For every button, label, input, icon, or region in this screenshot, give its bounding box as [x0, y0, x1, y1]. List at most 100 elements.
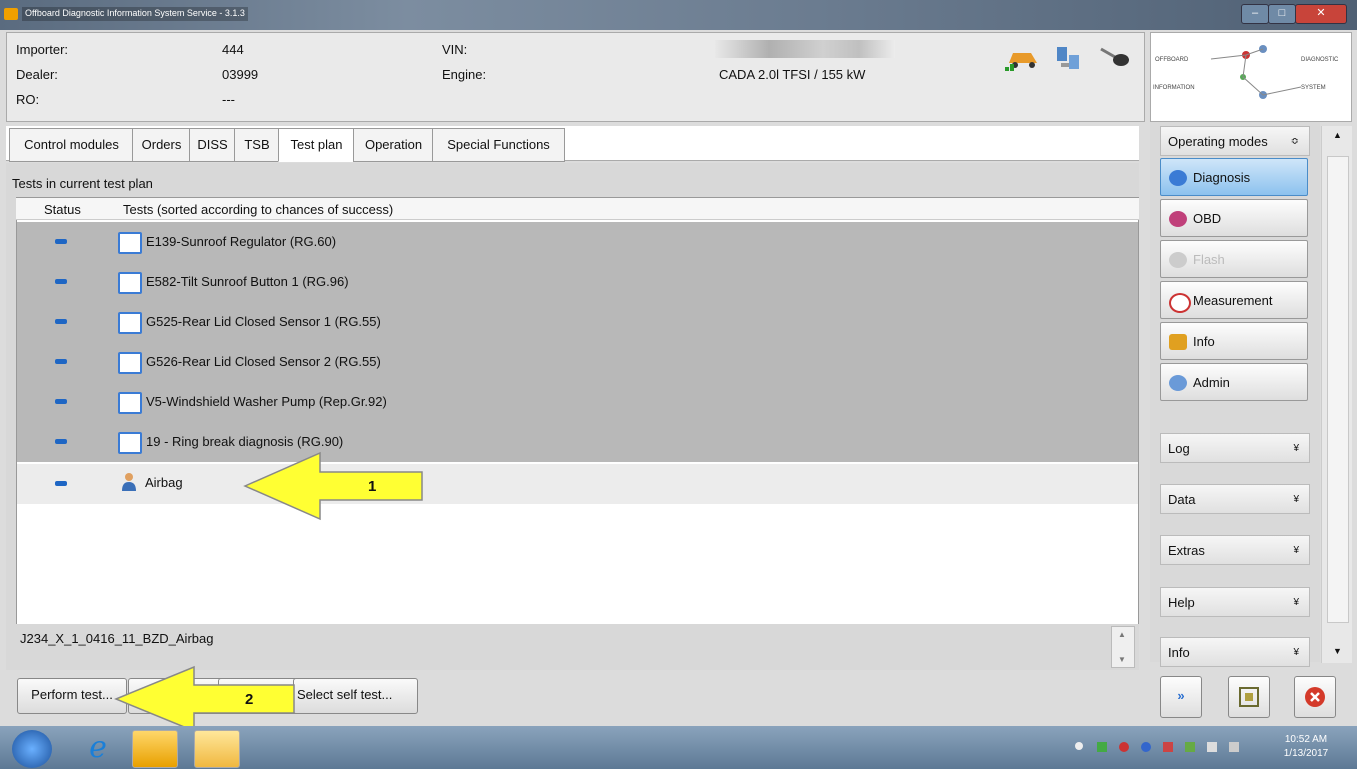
- section-log[interactable]: Log ¥: [1160, 433, 1310, 463]
- diagnostic-plug-icon[interactable]: [1099, 45, 1133, 71]
- fit-screen-icon[interactable]: [1228, 676, 1270, 718]
- test-row[interactable]: E139-Sunroof Regulator (RG.60): [17, 222, 1138, 262]
- tab-test-plan[interactable]: Test plan: [278, 128, 355, 162]
- tab-orders[interactable]: Orders: [132, 128, 191, 162]
- clock-date: 1/13/2017: [1283, 748, 1329, 759]
- network-icon[interactable]: [1053, 45, 1083, 73]
- test-row[interactable]: V5-Windshield Washer Pump (Rep.Gr.92): [17, 382, 1138, 422]
- clock[interactable]: 10:52 AM 1/13/2017: [1266, 733, 1346, 765]
- expand-chevron-icon: ¥: [1293, 443, 1299, 454]
- mode-diagnosis-button[interactable]: Diagnosis: [1160, 158, 1308, 196]
- test-plan-caption: Tests in current test plan: [12, 176, 153, 191]
- test-label: V5-Windshield Washer Pump (Rep.Gr.92): [146, 394, 387, 409]
- obd-icon: [1169, 211, 1187, 227]
- annotation-arrow-1: [243, 451, 423, 521]
- test-label: E582-Tilt Sunroof Button 1 (RG.96): [146, 274, 349, 289]
- info-scrollbar[interactable]: ▲ ▼: [1111, 626, 1135, 668]
- dealer-value: 03999: [222, 67, 259, 82]
- mode-label: OBD: [1193, 211, 1222, 226]
- scroll-down-icon[interactable]: ▼: [1333, 646, 1342, 656]
- tab-special-functions[interactable]: Special Functions: [432, 128, 565, 162]
- annotation-label-2: 2: [245, 691, 254, 708]
- minimize-button[interactable]: –: [1241, 4, 1269, 24]
- internet-explorer-icon[interactable]: e: [76, 730, 120, 766]
- test-document-icon: [118, 272, 142, 294]
- section-extras[interactable]: Extras ¥: [1160, 535, 1310, 565]
- test-label: G526-Rear Lid Closed Sensor 2 (RG.55): [146, 354, 381, 369]
- operating-modes-label: Operating modes: [1168, 134, 1268, 149]
- test-row[interactable]: E582-Tilt Sunroof Button 1 (RG.96): [17, 262, 1138, 302]
- test-label: Airbag: [145, 475, 183, 490]
- mode-measurement-button[interactable]: Measurement: [1160, 281, 1308, 319]
- expand-chevron-icon: ¥: [1293, 494, 1299, 505]
- test-row-airbag[interactable]: Airbag: [17, 464, 1138, 504]
- tab-operation[interactable]: Operation: [353, 128, 434, 162]
- forward-icon[interactable]: »: [1160, 676, 1202, 718]
- section-label: Extras: [1168, 543, 1205, 558]
- engine-label: Engine:: [442, 67, 487, 82]
- expand-chevron-icon: ¥: [1293, 545, 1299, 556]
- mode-label: Measurement: [1193, 293, 1273, 308]
- status-indicator: [55, 319, 67, 324]
- mode-label: Diagnosis: [1193, 170, 1251, 185]
- scroll-up-icon[interactable]: ▲: [1118, 630, 1126, 639]
- tab-tsb[interactable]: TSB: [234, 128, 280, 162]
- test-row[interactable]: 19 - Ring break diagnosis (RG.90): [17, 422, 1138, 462]
- scroll-down-icon[interactable]: ▼: [1118, 655, 1126, 664]
- annotation-arrow-2: [114, 665, 295, 733]
- start-button-icon[interactable]: [12, 730, 52, 768]
- system-tray-icons[interactable]: [1075, 742, 1255, 754]
- tab-diss[interactable]: DISS: [189, 128, 236, 162]
- exit-icon[interactable]: [1294, 676, 1336, 718]
- vehicle-header: Importer: 444 Dealer: 03999 RO: --- VIN:…: [6, 32, 1145, 122]
- section-help[interactable]: Help ¥: [1160, 587, 1310, 617]
- person-icon: [122, 473, 136, 491]
- mode-obd-button[interactable]: OBD: [1160, 199, 1308, 237]
- svg-text:OFFBOARD: OFFBOARD: [1155, 57, 1189, 63]
- test-info-text: J234_X_1_0416_11_BZD_Airbag: [20, 631, 214, 646]
- test-document-icon: [118, 432, 142, 454]
- sidebar-scrollbar[interactable]: ▲ ▼: [1321, 126, 1352, 663]
- test-document-icon: [118, 232, 142, 254]
- collapse-chevron-icon: ≎: [1290, 136, 1299, 147]
- mode-flash-button[interactable]: Flash: [1160, 240, 1308, 278]
- status-indicator: [55, 399, 67, 404]
- status-indicator: [55, 439, 67, 444]
- odis-logo: OFFBOARD DIAGNOSTIC INFORMATION SYSTEM: [1150, 32, 1352, 122]
- expand-chevron-icon: ¥: [1293, 647, 1299, 658]
- test-document-icon: [118, 312, 142, 334]
- file-explorer-icon[interactable]: [194, 730, 240, 768]
- tab-control-modules[interactable]: Control modules: [9, 128, 134, 162]
- scroll-thumb[interactable]: [1327, 156, 1349, 623]
- close-button[interactable]: ✕: [1295, 4, 1347, 24]
- svg-text:INFORMATION: INFORMATION: [1153, 85, 1195, 91]
- maximize-button[interactable]: □: [1268, 4, 1296, 24]
- test-document-icon: [118, 392, 142, 414]
- section-info[interactable]: Info ¥: [1160, 637, 1310, 667]
- flash-icon: [1169, 252, 1187, 268]
- odis-taskbar-icon[interactable]: [132, 730, 178, 768]
- test-row[interactable]: G525-Rear Lid Closed Sensor 1 (RG.55): [17, 302, 1138, 342]
- engine-value: CADA 2.0l TFSI / 155 kW: [719, 67, 866, 82]
- section-data[interactable]: Data ¥: [1160, 484, 1310, 514]
- status-indicator: [55, 279, 67, 284]
- mode-admin-button[interactable]: Admin: [1160, 363, 1308, 401]
- scroll-up-icon[interactable]: ▲: [1333, 130, 1342, 140]
- info-book-icon: [1169, 334, 1187, 350]
- column-tests[interactable]: Tests (sorted according to chances of su…: [123, 202, 393, 217]
- diagnosis-icon: [1169, 170, 1187, 186]
- vin-label: VIN:: [442, 42, 468, 57]
- mode-info-button[interactable]: Info: [1160, 322, 1308, 360]
- dealer-label: Dealer:: [16, 67, 58, 82]
- column-status[interactable]: Status: [44, 202, 81, 217]
- annotation-label-1: 1: [368, 478, 377, 495]
- perform-test-button[interactable]: Perform test...: [17, 678, 127, 714]
- test-label: E139-Sunroof Regulator (RG.60): [146, 234, 337, 249]
- svg-text:SYSTEM: SYSTEM: [1301, 85, 1326, 91]
- ro-value: ---: [222, 92, 235, 107]
- car-connection-icon[interactable]: [1005, 43, 1041, 73]
- window-controls: – □ ✕: [1241, 4, 1351, 24]
- operating-modes-header[interactable]: Operating modes ≎: [1160, 126, 1310, 156]
- test-row[interactable]: G526-Rear Lid Closed Sensor 2 (RG.55): [17, 342, 1138, 382]
- select-self-test-button[interactable]: Select self test...: [293, 678, 418, 714]
